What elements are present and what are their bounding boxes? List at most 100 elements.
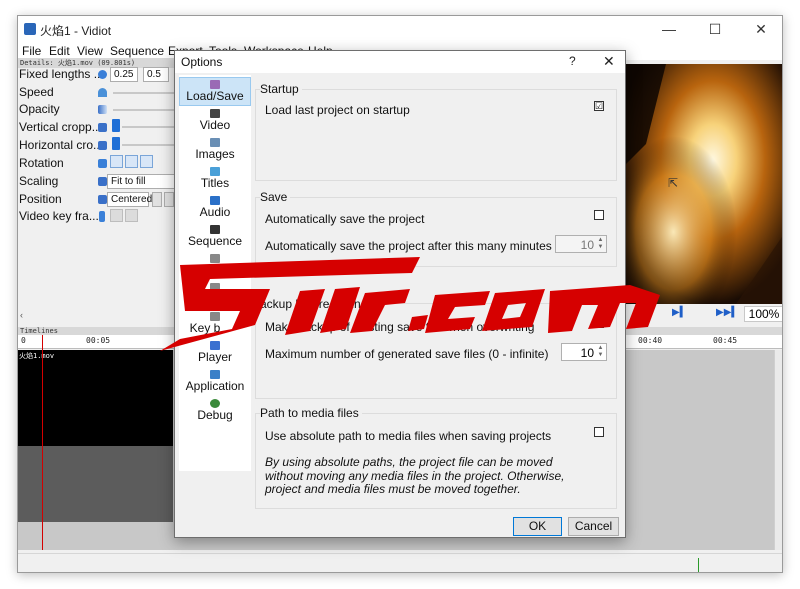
options-dialog: Options ? ✕ Load/Save Video Images Title… bbox=[174, 50, 626, 538]
sidebar-item-keyboard[interactable]: Key b bbox=[179, 310, 251, 339]
sidebar-item-load-save[interactable]: Load/Save bbox=[179, 77, 251, 106]
play-icon[interactable]: ▶▍ bbox=[672, 307, 687, 318]
absolute-path-note: By using absolute paths, the project fil… bbox=[265, 455, 565, 496]
sidebar-item-titles[interactable]: Titles bbox=[179, 165, 251, 194]
dialog-title: Options bbox=[181, 55, 223, 69]
skip-forward-icon[interactable]: ▶▶▍ bbox=[716, 307, 739, 318]
load-last-project-checkbox[interactable]: ☑ bbox=[594, 101, 604, 111]
horizontal-crop-slider-handle[interactable] bbox=[112, 137, 120, 150]
save-group bbox=[255, 197, 617, 267]
speed-slider[interactable] bbox=[113, 92, 176, 94]
sidebar-item-debug[interactable]: Debug bbox=[179, 397, 251, 426]
startup-group-title: Startup bbox=[260, 82, 302, 96]
timeline-vscroll[interactable] bbox=[774, 350, 782, 550]
previous-key-frame-button[interactable] bbox=[110, 209, 123, 222]
player-icon bbox=[210, 341, 220, 350]
sidebar-item-application[interactable]: Application bbox=[179, 368, 251, 397]
menu-file[interactable]: File bbox=[22, 44, 41, 58]
clip-name: 火焰1.mov bbox=[19, 352, 55, 360]
media-path-group-title: Path to media files bbox=[260, 406, 362, 420]
rotation-icon bbox=[98, 159, 107, 168]
horizontal-crop-icon bbox=[98, 141, 107, 150]
load-save-icon bbox=[210, 80, 220, 89]
backup-group-title: ackup before savin bbox=[260, 297, 364, 311]
prop-video-key-frames-label: Video key fra... bbox=[19, 209, 99, 223]
app-icon bbox=[24, 23, 36, 35]
opacity-slider[interactable] bbox=[113, 109, 176, 111]
ruler-label-5s: 00:05 bbox=[86, 336, 111, 345]
fixed-length-option-a[interactable]: 0.25 bbox=[110, 67, 138, 82]
images-icon bbox=[210, 138, 220, 147]
position-y-stepper[interactable] bbox=[164, 192, 174, 207]
prop-vertical-crop-label: Vertical cropp... bbox=[19, 120, 102, 134]
titles-icon bbox=[210, 167, 220, 176]
ruler-label-start: 0 bbox=[21, 336, 26, 345]
absolute-path-label: Use absolute path to media files when sa… bbox=[265, 429, 552, 443]
keyboard-icon bbox=[210, 312, 220, 321]
close-window-button[interactable]: ✕ bbox=[738, 16, 782, 43]
sidebar-item-video[interactable]: Video bbox=[179, 107, 251, 136]
sidebar-item-player[interactable]: Player bbox=[179, 339, 251, 368]
prop-fixed-lengths-label: Fixed lengths ... bbox=[19, 67, 104, 81]
menu-edit[interactable]: Edit bbox=[49, 44, 70, 58]
playhead-cursor[interactable] bbox=[42, 335, 43, 550]
dialog-title-bar: Options ? ✕ bbox=[175, 51, 625, 73]
maximize-button[interactable]: ☐ bbox=[692, 16, 738, 43]
rotate-left-button[interactable] bbox=[125, 155, 138, 168]
save-group-title: Save bbox=[260, 190, 291, 204]
scaling-icon bbox=[98, 177, 107, 186]
dialog-help-button[interactable]: ? bbox=[569, 54, 576, 68]
sidebar-item-export[interactable]: Expor bbox=[179, 281, 251, 310]
auto-save-minutes-spinbox[interactable]: 10 ▲ ▼ bbox=[555, 235, 607, 253]
spin-arrows-icon[interactable]: ▲ ▼ bbox=[596, 345, 605, 359]
scroll-left-icon[interactable]: ‹ bbox=[20, 310, 23, 320]
vertical-crop-icon bbox=[98, 123, 107, 132]
horizontal-crop-slider[interactable] bbox=[122, 144, 176, 146]
rotate-button[interactable] bbox=[110, 155, 123, 168]
sidebar-item-timeline[interactable]: e bbox=[179, 252, 251, 281]
menu-sequence[interactable]: Sequence bbox=[110, 44, 164, 58]
prop-horizontal-crop-label: Horizontal cro... bbox=[19, 138, 104, 152]
make-backup-label: Make backup of existing save file when o… bbox=[265, 320, 535, 334]
ruler-label-45s: 00:45 bbox=[713, 336, 738, 345]
auto-save-minutes-label: Automatically save the project after thi… bbox=[265, 239, 552, 253]
key-frame-icon bbox=[99, 211, 105, 222]
zoom-level[interactable]: 100% bbox=[744, 306, 782, 322]
preview-controls: ▶▍ ▶▶▍ 100% bbox=[626, 304, 782, 324]
audio-icon bbox=[210, 196, 220, 205]
scaling-select[interactable]: Fit to fill bbox=[107, 174, 176, 189]
preview-frame-image bbox=[626, 64, 782, 304]
position-select[interactable]: Centered bbox=[107, 192, 152, 207]
auto-save-checkbox[interactable] bbox=[594, 210, 604, 220]
rotate-right-button[interactable] bbox=[140, 155, 153, 168]
next-key-frame-button[interactable] bbox=[125, 209, 138, 222]
application-icon bbox=[210, 370, 220, 379]
sidebar-item-audio[interactable]: Audio bbox=[179, 194, 251, 223]
load-last-project-label: Load last project on startup bbox=[265, 103, 410, 117]
vertical-crop-slider-handle[interactable] bbox=[112, 119, 120, 132]
menu-view[interactable]: View bbox=[77, 44, 103, 58]
speed-icon bbox=[98, 88, 107, 97]
minimize-button[interactable]: — bbox=[646, 16, 692, 43]
cancel-button[interactable]: Cancel bbox=[568, 517, 619, 536]
sidebar-item-sequence[interactable]: Sequence bbox=[179, 223, 251, 252]
dialog-close-button[interactable]: ✕ bbox=[603, 53, 615, 70]
details-hscroll[interactable]: ‹ bbox=[18, 310, 176, 323]
position-x-stepper[interactable] bbox=[152, 192, 162, 207]
sidebar-item-images[interactable]: Images bbox=[179, 136, 251, 165]
ruler-label-40s: 00:40 bbox=[638, 336, 663, 345]
ok-button[interactable]: OK bbox=[513, 517, 562, 536]
video-icon bbox=[210, 109, 220, 118]
prop-speed-label: Speed bbox=[19, 85, 54, 99]
status-indicator bbox=[698, 558, 699, 572]
mouse-pointer-icon: ⇱ bbox=[668, 176, 679, 190]
absolute-path-checkbox[interactable] bbox=[594, 427, 604, 437]
max-save-files-label: Maximum number of generated save files (… bbox=[265, 347, 549, 361]
clock-icon bbox=[98, 70, 107, 79]
fixed-length-option-b[interactable]: 0.5 bbox=[143, 67, 169, 82]
vertical-crop-slider[interactable] bbox=[122, 126, 176, 128]
make-backup-checkbox[interactable]: ☑ bbox=[594, 318, 604, 328]
options-sidebar: Load/Save Video Images Titles Audio Sequ… bbox=[179, 75, 251, 471]
max-save-files-spinbox[interactable]: 10 ▲ ▼ bbox=[561, 343, 607, 361]
spin-arrows-icon[interactable]: ▲ ▼ bbox=[596, 237, 605, 251]
